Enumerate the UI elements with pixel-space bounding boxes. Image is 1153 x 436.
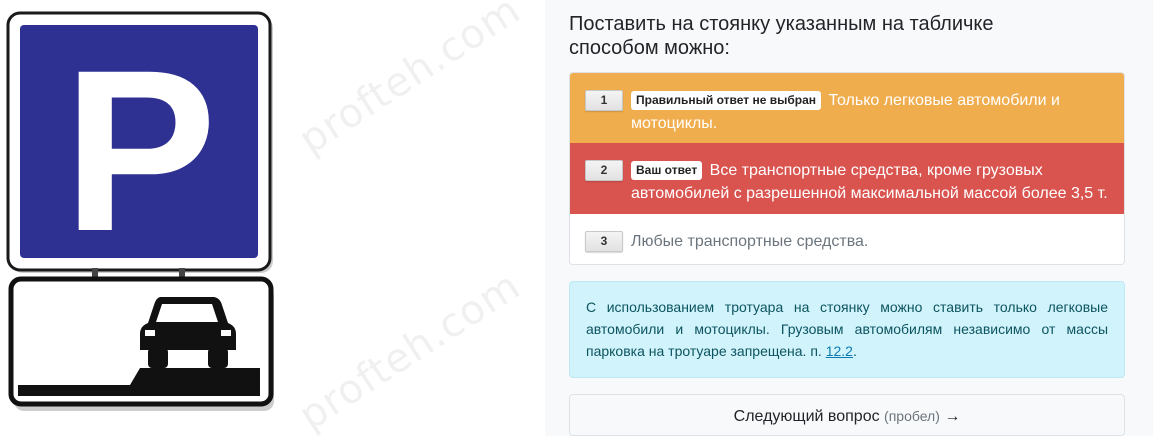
answer-number-button[interactable]: 3 xyxy=(585,231,623,252)
answer-number-button[interactable]: 1 xyxy=(585,90,623,111)
answer-option-3[interactable]: 3 Любые транспортные средства. xyxy=(570,214,1124,264)
next-question-button[interactable]: Следующий вопрос (пробел) → xyxy=(569,394,1125,436)
answer-text: Любые транспортные средства. xyxy=(631,233,869,250)
correct-not-chosen-badge: Правильный ответ не выбран xyxy=(631,91,821,110)
answer-body: Ваш ответ Все транспортные средства, кро… xyxy=(631,159,1108,205)
answer-body: Правильный ответ не выбран Только легков… xyxy=(631,89,1108,135)
watermark: profteh.com xyxy=(290,0,529,164)
answer-option-2[interactable]: 2 Ваш ответ Все транспортные средства, к… xyxy=(570,143,1124,214)
answer-option-1[interactable]: 1 Правильный ответ не выбран Только легк… xyxy=(570,73,1124,143)
sign-image-panel: P profteh.com profteh.com xyxy=(0,0,545,436)
explanation-end: . xyxy=(852,343,857,359)
rule-link[interactable]: 12.2 xyxy=(826,343,853,359)
arrow-right-icon: → xyxy=(944,408,961,425)
your-answer-badge: Ваш ответ xyxy=(631,161,703,180)
watermark: profteh.com xyxy=(290,262,529,436)
answer-number-button[interactable]: 2 xyxy=(585,160,623,181)
answer-list: 1 Правильный ответ не выбран Только легк… xyxy=(569,72,1125,265)
next-button-label: Следующий вопрос xyxy=(733,408,880,425)
question-text: Поставить на стоянку указанным на таблич… xyxy=(569,13,994,59)
answer-text: Все транспортные средства, кроме грузовы… xyxy=(631,162,1108,202)
sign-letter: P xyxy=(63,22,216,279)
parking-sign-image: P xyxy=(6,11,274,411)
explanation-box: С использованием тротуара на стоянку мож… xyxy=(569,281,1125,378)
answer-body: Любые транспортные средства. xyxy=(631,230,1108,253)
keyboard-hint: (пробел) xyxy=(884,408,940,424)
